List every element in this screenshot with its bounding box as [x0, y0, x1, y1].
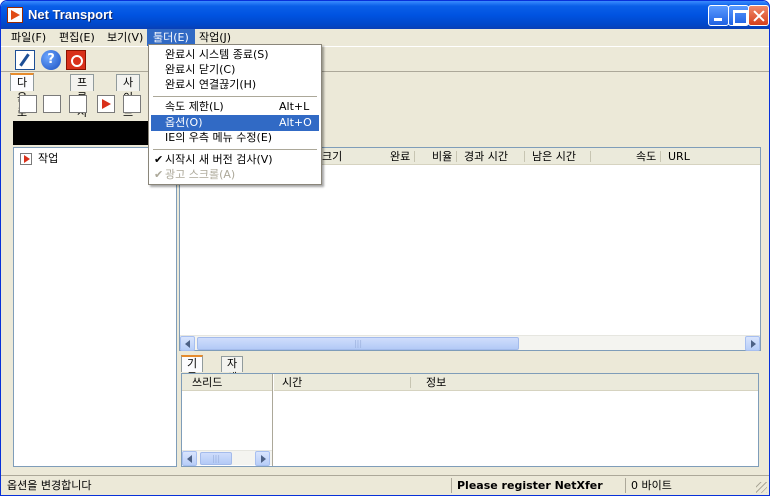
speed-graph	[13, 121, 149, 145]
menu-file[interactable]: 파일(F)	[5, 29, 52, 46]
check-icon: ✔	[154, 168, 164, 181]
help-icon[interactable]: ?	[41, 50, 61, 70]
menu-item-speed-limit[interactable]: 속도 제한(L) Alt+L	[151, 99, 319, 115]
col-divider	[660, 151, 661, 162]
thread-list[interactable]: 쓰리드 |||	[182, 374, 273, 466]
delete-icon[interactable]	[123, 95, 141, 113]
menu-item-accelerator: Alt+O	[279, 116, 312, 129]
menu-item-check-updates[interactable]: ✔ 시작시 새 버전 검사(V)	[151, 152, 319, 168]
tools-dropdown-menu: 완료시 시스템 종료(S) 완료시 닫기(C) 완료시 연결끊기(H) 속도 제…	[148, 44, 322, 185]
status-divider	[451, 478, 452, 493]
power-icon[interactable]	[66, 50, 86, 70]
thread-hscrollbar[interactable]: |||	[182, 450, 272, 466]
scroll-thumb[interactable]: |||	[197, 337, 519, 350]
minimize-button[interactable]	[708, 5, 729, 26]
menu-item-close-on-complete[interactable]: 완료시 닫기(C)	[151, 62, 319, 78]
tab-proxy[interactable]: 프록시	[70, 74, 95, 119]
job-tree: 작업	[13, 147, 177, 467]
scroll-right-button[interactable]	[255, 451, 270, 466]
menu-item-label: 옵션(O)	[165, 116, 203, 129]
status-register: Please register NetXfer	[457, 479, 603, 492]
maximize-button[interactable]	[728, 5, 749, 26]
menu-separator	[153, 96, 317, 97]
menu-item-accelerator: Alt+L	[279, 100, 310, 113]
col-speed[interactable]: 속도	[636, 148, 656, 165]
menu-bar: 파일(F) 편집(E) 보기(V) 툴더(E) 작업(J)	[1, 29, 769, 46]
menu-item-ie-context-menu[interactable]: IE의 우측 메뉴 수정(E)	[151, 130, 319, 146]
check-icon: ✔	[154, 153, 164, 166]
status-message: 옵션을 변경합니다	[7, 479, 92, 492]
title-bar[interactable]: Net Transport	[1, 1, 769, 29]
status-bar: 옵션을 변경합니다 Please register NetXfer 0 바이트	[1, 475, 769, 495]
job-toolbar	[11, 93, 149, 119]
col-ratio[interactable]: 비율	[432, 148, 452, 165]
col-size[interactable]: 크기	[322, 148, 342, 165]
status-bytes: 0 바이트	[631, 479, 672, 492]
stop-icon[interactable]	[69, 95, 87, 113]
edit-icon[interactable]	[15, 50, 35, 70]
menu-item-shutdown-on-complete[interactable]: 완료시 시스템 종료(S)	[151, 47, 319, 63]
scroll-thumb[interactable]: |||	[200, 452, 232, 465]
tree-item-label: 작업	[38, 152, 59, 165]
col-elapsed[interactable]: 경과 시간	[464, 148, 508, 165]
tab-log[interactable]: 기록	[181, 355, 204, 384]
menu-item-ad-scroll: ✔ 광고 스크롤(A)	[151, 167, 319, 183]
menu-view[interactable]: 보기(V)	[101, 29, 149, 46]
play-icon[interactable]	[19, 95, 37, 113]
thread-header: 쓰리드	[182, 374, 272, 391]
status-divider	[625, 478, 626, 493]
col-divider	[410, 377, 411, 388]
col-remaining[interactable]: 남은 시간	[532, 148, 576, 165]
col-divider	[414, 151, 415, 162]
menu-item-label: IE의 우측 메뉴 수정(E)	[165, 131, 273, 144]
tab-download[interactable]: 다운로드	[10, 73, 35, 134]
col-done[interactable]: 완료	[390, 148, 410, 165]
menu-item-label: 완료시 시스템 종료(S)	[165, 48, 269, 61]
menu-edit[interactable]: 편집(E)	[53, 29, 101, 46]
menu-item-disconnect-on-complete[interactable]: 완료시 연결끊기(H)	[151, 77, 319, 93]
menu-separator	[153, 149, 317, 150]
col-divider	[456, 151, 457, 162]
list-hscrollbar[interactable]: |||	[180, 335, 760, 351]
col-info[interactable]: 정보	[426, 374, 446, 391]
scroll-left-button[interactable]	[180, 336, 195, 351]
tab-site[interactable]: 사이트	[116, 74, 141, 119]
col-time[interactable]: 시간	[282, 374, 302, 391]
tab-details[interactable]: 자세히	[221, 356, 244, 398]
log-header: 시간 정보	[274, 374, 758, 391]
col-thread[interactable]: 쓰리드	[192, 374, 222, 391]
menu-item-label: 속도 제한(L)	[165, 100, 224, 113]
scroll-left-button[interactable]	[182, 451, 197, 466]
tree-item-jobs[interactable]: 작업	[20, 151, 58, 167]
log-panel: 쓰리드 ||| 시간 정보	[181, 373, 759, 467]
pause-icon[interactable]	[43, 95, 61, 113]
menu-item-label: 완료시 연결끊기(H)	[165, 78, 257, 91]
menu-item-label: 광고 스크롤(A)	[165, 168, 236, 181]
menu-item-label: 시작시 새 버전 검사(V)	[165, 153, 273, 166]
job-folder-icon	[20, 153, 32, 165]
app-logo-icon	[7, 7, 23, 23]
close-button[interactable]	[748, 5, 769, 26]
col-divider	[524, 151, 525, 162]
scroll-right-button[interactable]	[745, 336, 760, 351]
resize-grip[interactable]	[756, 482, 767, 493]
menu-item-label: 완료시 닫기(C)	[165, 63, 236, 76]
col-url[interactable]: URL	[668, 148, 690, 165]
start-icon[interactable]	[97, 95, 115, 113]
menu-item-options[interactable]: 옵션(O) Alt+O	[151, 115, 319, 131]
app-window: Net Transport 파일(F) 편집(E) 보기(V) 툴더(E) 작업…	[0, 0, 770, 496]
col-divider	[590, 151, 591, 162]
main-toolbar: ?	[1, 46, 769, 72]
window-title: Net Transport	[28, 7, 113, 22]
